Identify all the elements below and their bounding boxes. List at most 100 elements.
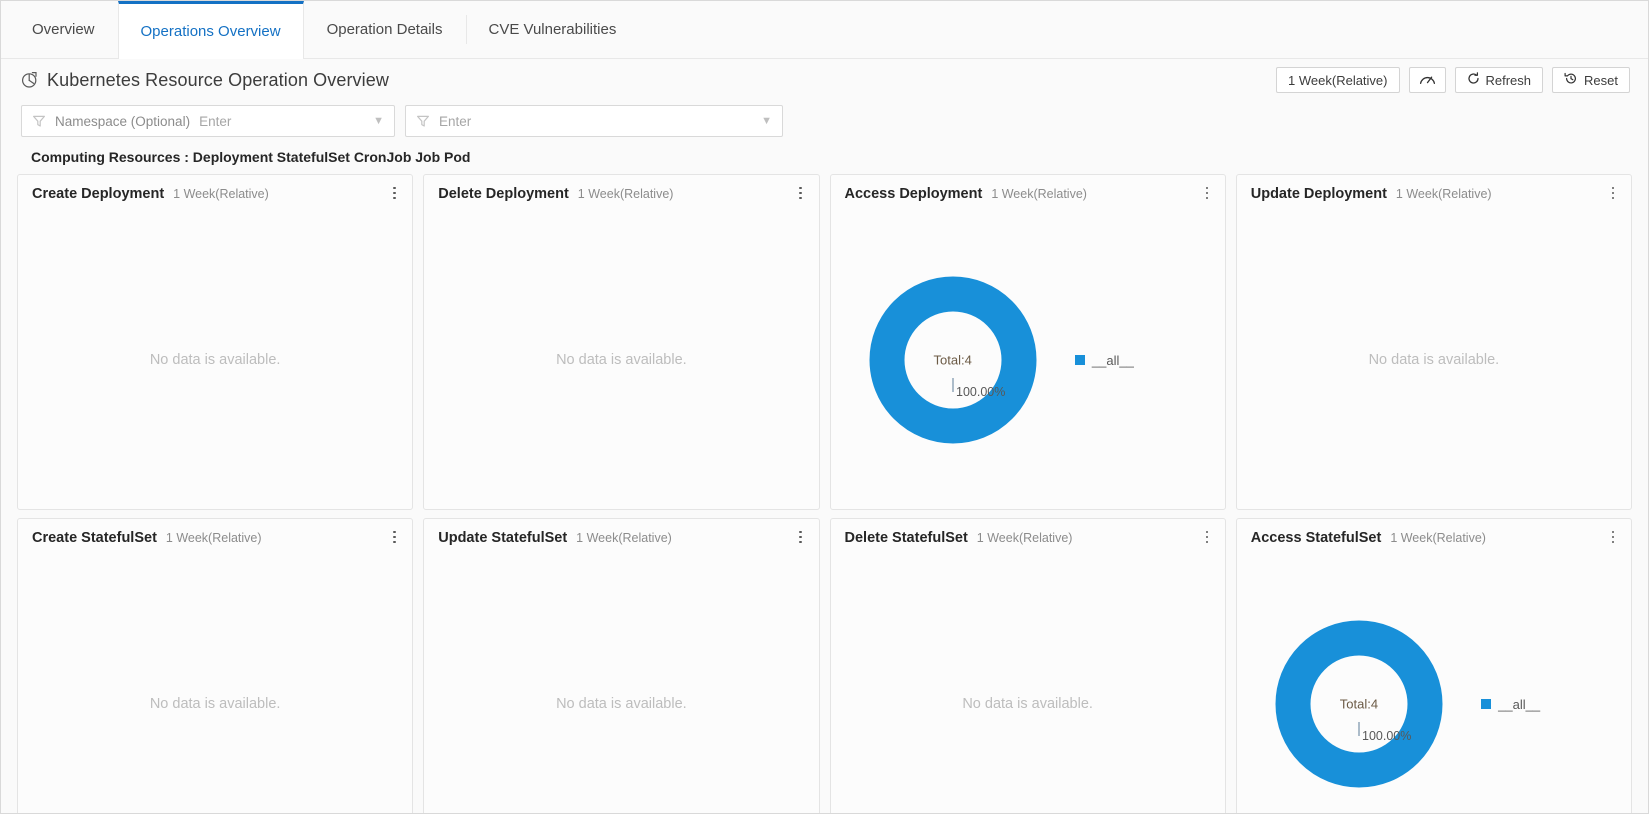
secondary-filter[interactable]: Enter ▼ <box>405 105 783 137</box>
card-menu-button[interactable] <box>792 528 810 546</box>
tab-bar: Overview Operations Overview Operation D… <box>1 1 1648 59</box>
menu-dot <box>799 530 802 534</box>
metric-card: Access Deployment 1 Week(Relative) 100.00%… <box>829 174 1226 510</box>
metric-card: Delete Deployment 1 Week(Relative) No data… <box>423 174 820 510</box>
donut-percent-label: 100.00% <box>1362 729 1411 743</box>
card-body: No data is available. <box>18 211 412 509</box>
donut-svg[interactable]: 100.00% <box>867 274 1039 446</box>
empty-state-text: No data is available. <box>149 696 281 712</box>
chart-legend[interactable]: __all__ <box>1074 353 1134 368</box>
card-time-range: 1 Week(Relative) <box>165 531 262 545</box>
card-body: No data is available. <box>424 555 818 813</box>
metric-card: Access StatefulSet 1 Week(Relative) 100.00… <box>1235 518 1632 813</box>
menu-dot <box>393 191 396 195</box>
secondary-filter-input[interactable]: Enter <box>439 114 471 129</box>
namespace-filter[interactable]: Namespace (Optional) Enter ▼ <box>21 105 395 137</box>
menu-dot <box>1611 196 1615 200</box>
menu-dot <box>393 186 396 190</box>
card-body: No data is available. <box>1237 211 1631 509</box>
filter-funnel-icon <box>416 114 430 128</box>
filter-bar: Namespace (Optional) Enter ▼ Enter ▼ <box>1 101 1648 137</box>
card-header: Update Deployment 1 Week(Relative) <box>1237 175 1631 202</box>
donut-chart: 100.00% Total:4 __all__ <box>831 211 1225 509</box>
chart-legend[interactable]: __all__ <box>1481 697 1540 712</box>
namespace-filter-input[interactable]: Enter <box>199 114 231 129</box>
filter-funnel-icon <box>32 114 46 128</box>
legend-color-swatch <box>1074 355 1085 365</box>
card-menu-button[interactable] <box>1198 528 1216 546</box>
card-body: 100.00% Total:4 __all__ <box>831 211 1225 509</box>
refresh-label: Refresh <box>1485 72 1532 88</box>
card-menu-button[interactable] <box>385 528 403 546</box>
card-title: Delete StatefulSet <box>844 530 968 546</box>
page-header: Kubernetes Resource Operation Overview 1… <box>1 59 1648 101</box>
page-title-group: Kubernetes Resource Operation Overview <box>21 70 389 91</box>
menu-dot <box>393 540 396 544</box>
card-menu-button[interactable] <box>792 184 810 202</box>
empty-state-text: No data is available. <box>556 352 687 368</box>
card-time-range: 1 Week(Relative) <box>1390 531 1486 545</box>
card-body: No data is available. <box>18 555 412 813</box>
donut-svg[interactable]: 100.00% <box>1273 618 1445 790</box>
card-title: Update Deployment <box>1250 186 1387 202</box>
menu-dot <box>1611 186 1615 190</box>
time-range-button[interactable]: 1 Week(Relative) <box>1276 67 1400 93</box>
menu-dot <box>1611 530 1615 534</box>
card-header: Delete Deployment 1 Week(Relative) <box>424 175 818 202</box>
tab-label: Operations Overview <box>140 23 281 40</box>
tab-operations-overview[interactable]: Operations Overview <box>117 1 304 59</box>
tab-overview[interactable]: Overview <box>9 1 118 58</box>
section-heading: Computing Resources : Deployment Statefu… <box>31 149 471 165</box>
empty-state-text: No data is available. <box>962 696 1093 712</box>
card-menu-button[interactable] <box>385 184 403 202</box>
card-title: Create Deployment <box>32 186 165 202</box>
card-menu-button[interactable] <box>1604 528 1622 546</box>
menu-dot <box>1205 186 1208 190</box>
card-menu-button[interactable] <box>1198 184 1216 202</box>
menu-dot <box>1205 535 1208 539</box>
time-range-label: 1 Week(Relative) <box>1288 72 1388 88</box>
donut-chart: 100.00% Total:4 __all__ <box>1237 555 1631 813</box>
pie-chart-icon <box>21 71 39 89</box>
gauge-button[interactable] <box>1408 67 1446 93</box>
card-time-range: 1 Week(Relative) <box>577 187 674 201</box>
card-time-range: 1 Week(Relative) <box>576 531 672 545</box>
reset-button[interactable]: Reset <box>1552 67 1630 93</box>
chevron-down-icon[interactable]: ▼ <box>761 115 772 127</box>
gauge-icon <box>1419 72 1436 89</box>
menu-dot <box>799 535 802 539</box>
header-toolbar: 1 Week(Relative) Refresh Reset <box>1276 67 1630 93</box>
card-time-range: 1 Week(Relative) <box>1395 187 1492 201</box>
tab-label: Overview <box>32 21 95 38</box>
menu-dot <box>1205 530 1208 534</box>
card-header: Create StatefulSet 1 Week(Relative) <box>18 519 412 546</box>
menu-dot <box>799 191 802 195</box>
donut-plot-area: 100.00% Total:4 <box>1237 555 1481 813</box>
card-time-range: 1 Week(Relative) <box>976 531 1073 545</box>
card-title: Update StatefulSet <box>438 530 568 546</box>
metric-card: Update StatefulSet 1 Week(Relative) No dat… <box>423 518 820 813</box>
tab-cve-vulnerabilities[interactable]: CVE Vulnerabilities <box>465 1 639 58</box>
card-title: Access Deployment <box>844 186 983 202</box>
card-grid: Create Deployment 1 Week(Relative) No data… <box>1 174 1648 813</box>
tab-operation-details[interactable]: Operation Details <box>304 1 466 58</box>
menu-dot <box>1205 540 1208 544</box>
metric-card: Create StatefulSet 1 Week(Relative) No dat… <box>17 518 414 813</box>
card-header: Delete StatefulSet 1 Week(Relative) <box>831 519 1225 546</box>
card-menu-button[interactable] <box>1604 184 1622 202</box>
chevron-down-icon[interactable]: ▼ <box>373 115 384 127</box>
refresh-button[interactable]: Refresh <box>1454 67 1544 93</box>
menu-dot <box>1205 196 1208 200</box>
menu-dot <box>393 535 396 539</box>
card-body: No data is available. <box>831 555 1225 813</box>
donut-percent-label: 100.00% <box>956 385 1005 399</box>
card-title: Delete Deployment <box>438 186 569 202</box>
menu-dot <box>799 540 802 544</box>
history-clock-icon <box>1564 72 1578 88</box>
dashboard-root: Overview Operations Overview Operation D… <box>0 0 1649 814</box>
tab-label: Operation Details <box>326 21 443 38</box>
card-header: Update StatefulSet 1 Week(Relative) <box>424 519 818 546</box>
menu-dot <box>1205 191 1208 195</box>
empty-state-text: No data is available. <box>556 696 687 712</box>
card-title: Access StatefulSet <box>1250 530 1382 546</box>
